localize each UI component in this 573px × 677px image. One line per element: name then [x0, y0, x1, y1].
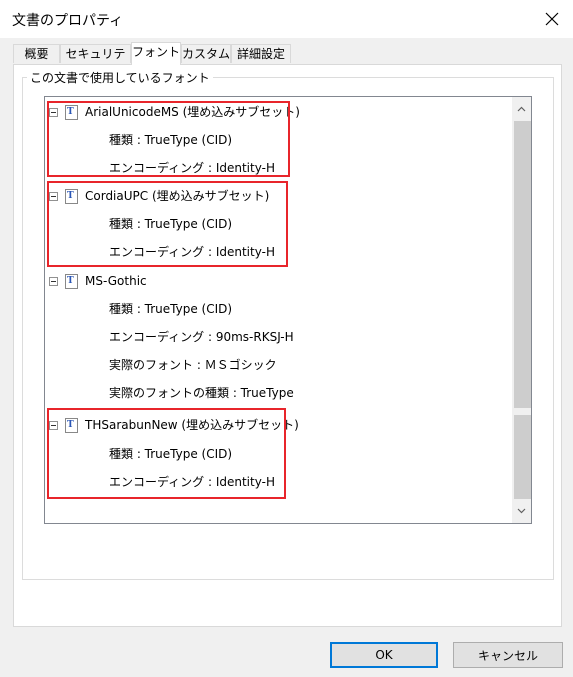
tab-fonts[interactable]: フォント	[131, 42, 181, 65]
truetype-font-icon: T	[65, 273, 78, 289]
chevron-up-icon	[517, 106, 526, 111]
font-item-ms-gothic[interactable]: T MS-Gothic	[49, 271, 147, 291]
scroll-track-lower[interactable]	[514, 415, 531, 499]
highlight-box	[47, 408, 286, 499]
window-title: 文書のプロパティ	[12, 13, 124, 29]
highlight-box	[47, 101, 290, 177]
tab-advanced[interactable]: 詳細設定	[231, 44, 291, 63]
tab-security[interactable]: セキュリティ	[60, 44, 131, 80]
font-type: 種類 : TrueType (CID)	[109, 302, 233, 316]
chevron-down-icon	[517, 508, 526, 513]
font-name: MS-Gothic	[85, 274, 147, 288]
scroll-down-button[interactable]	[514, 502, 529, 519]
scroll-thumb[interactable]	[514, 121, 531, 408]
fonts-group-label: この文書で使用しているフォント	[27, 69, 213, 86]
ok-button[interactable]: OK	[330, 642, 438, 668]
actual-font: 実際のフォント : ＭＳゴシック	[109, 358, 277, 372]
font-encoding: エンコーディング : 90ms-RKSJ-H	[109, 330, 294, 344]
scroll-up-button[interactable]	[514, 100, 529, 117]
cancel-button[interactable]: キャンセル	[453, 642, 563, 668]
close-icon	[545, 12, 559, 26]
tab-overview[interactable]: 概要	[13, 44, 60, 63]
vertical-scrollbar[interactable]	[512, 97, 531, 523]
close-button[interactable]	[537, 4, 567, 34]
collapse-icon[interactable]	[49, 276, 58, 286]
title-bar: 文書のプロパティ	[0, 0, 573, 38]
tab-custom[interactable]: カスタム	[181, 44, 231, 63]
actual-font-type: 実際のフォントの種類 : TrueType	[109, 386, 294, 400]
highlight-box	[47, 181, 288, 267]
